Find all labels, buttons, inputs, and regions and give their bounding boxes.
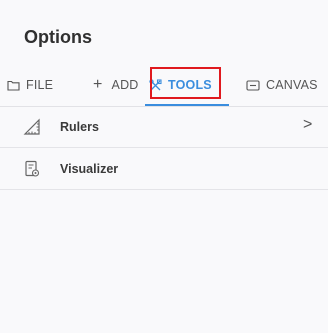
tools-icon (149, 78, 162, 92)
tab-file[interactable]: FILE (7, 64, 53, 106)
rulers-label: Rulers (60, 120, 99, 134)
options-panel: Options FILE + ADD TOOLS CANVAS Rulers >… (0, 0, 328, 333)
chevron-right-icon: > (303, 116, 313, 133)
folder-icon (7, 80, 20, 91)
tab-file-label: FILE (26, 78, 54, 92)
panel-title: Options (24, 27, 92, 47)
tab-tools-label: TOOLS (168, 78, 212, 92)
visualizer-icon (23, 160, 41, 178)
tab-bar: FILE + ADD TOOLS CANVAS (0, 64, 328, 107)
list-item-visualizer[interactable]: Visualizer (0, 148, 328, 190)
ruler-icon (23, 118, 41, 136)
tab-canvas-label: CANVAS (266, 78, 318, 92)
tab-add[interactable]: + ADD (93, 64, 139, 106)
tab-tools[interactable]: TOOLS (149, 64, 212, 106)
canvas-icon (246, 79, 260, 91)
tab-canvas[interactable]: CANVAS (246, 64, 318, 106)
visualizer-label: Visualizer (60, 162, 119, 176)
tab-add-label: ADD (111, 78, 139, 92)
list-item-rulers[interactable]: Rulers > (0, 106, 328, 148)
plus-icon: + (93, 76, 103, 93)
